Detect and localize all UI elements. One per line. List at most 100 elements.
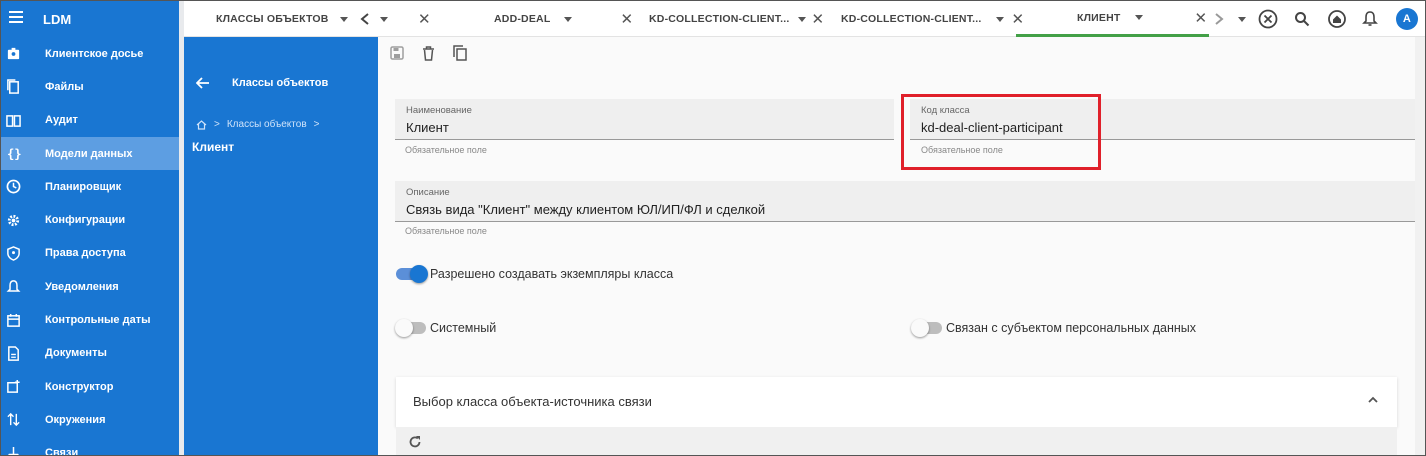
sidebar-item-5[interactable]: Планировщик <box>1 170 179 203</box>
chevron-down-icon[interactable] <box>995 16 1004 22</box>
sidebar-item-label: Документы <box>45 347 107 360</box>
chevron-down-icon[interactable] <box>1238 16 1246 22</box>
bell-icon <box>5 279 21 295</box>
personal-data-label: Связан с субъектом персональных данных <box>946 321 1197 335</box>
sidebar-item-10[interactable]: Документы <box>1 337 179 370</box>
system-toggle[interactable]: Системный <box>395 319 497 337</box>
chevron-down-icon[interactable] <box>797 16 806 22</box>
sidebar-item-3[interactable]: Аудит <box>1 104 179 137</box>
back-button[interactable]: Классы объектов <box>196 77 328 89</box>
tab-bar: КЛАССЫ ОБЪЕКТОВ ✕ ADD-DEAL ✕ KD-COLLECTI… <box>184 1 1425 37</box>
toggle-knob <box>410 265 428 283</box>
delete-button[interactable] <box>422 45 435 61</box>
sidebar-item-12[interactable]: Окружения <box>1 403 179 436</box>
search-icon[interactable] <box>1294 11 1310 27</box>
tab-scroll-left[interactable]: ✕ <box>360 1 431 37</box>
shield-icon <box>5 245 21 261</box>
breadcrumb-separator-icon: > <box>214 119 220 130</box>
sidebar-item-9[interactable]: Контрольные даты <box>1 303 179 336</box>
sidebar-item-7[interactable]: Права доступа <box>1 237 179 270</box>
sidebar-item-label: Модели данных <box>45 147 133 160</box>
sidebar-item-4[interactable]: {} Модели данных <box>1 136 179 171</box>
bell-icon[interactable] <box>1362 10 1378 28</box>
refresh-icon[interactable] <box>408 435 422 449</box>
copy-button[interactable] <box>453 45 467 61</box>
environments-icon <box>5 412 21 428</box>
tab-label: КЛИЕНТ <box>1077 11 1121 24</box>
save-button[interactable] <box>390 45 404 61</box>
document-icon <box>5 345 21 361</box>
copy-icon <box>453 45 467 61</box>
sidebar-item-6[interactable]: Конфигурации <box>1 203 179 236</box>
chevron-down-icon[interactable] <box>340 16 349 22</box>
description-hint: Обязательное поле <box>405 226 487 236</box>
save-icon <box>390 46 404 60</box>
name-hint: Обязательное поле <box>405 145 487 155</box>
breadcrumb: > Классы объектов > <box>196 119 319 130</box>
panel-title: Классы объектов <box>232 77 329 89</box>
app-title: LDM <box>43 11 72 27</box>
menu-icon[interactable] <box>9 10 23 28</box>
close-icon[interactable]: ✕ <box>1195 9 1208 27</box>
source-class-expander[interactable]: Выбор класса объекта-источника связи <box>396 377 1397 427</box>
name-field[interactable]: Наименование Клиент <box>395 99 894 140</box>
tab-object-classes[interactable]: КЛАССЫ ОБЪЕКТОВ <box>216 1 349 37</box>
close-icon[interactable]: ✕ <box>812 10 825 28</box>
gear-icon <box>5 212 21 228</box>
chevron-left-icon[interactable] <box>360 13 370 25</box>
sidebar-item-label: Права доступа <box>45 247 126 260</box>
expander-toolbar <box>396 427 1397 455</box>
allow-instances-label: Разрешено создавать экземпляры класса <box>430 267 674 281</box>
sidebar-item-8[interactable]: Уведомления <box>1 270 179 303</box>
toggle-track[interactable] <box>396 265 428 283</box>
chevron-right-icon[interactable] <box>1214 13 1224 25</box>
tab-label: KD-COLLECTION-CLIENT... <box>841 13 982 25</box>
sidebar-item-label: Клиентское досье <box>45 47 144 60</box>
expander-title: Выбор класса объекта-источника связи <box>413 394 652 409</box>
close-icon[interactable]: ✕ <box>418 10 431 28</box>
constructor-icon <box>5 379 21 395</box>
chevron-up-icon[interactable] <box>1367 395 1379 403</box>
description-value: Связь вида "Клиент" между клиентом ЮЛ/ИП… <box>406 202 766 217</box>
sidebar-item-label: Планировщик <box>45 180 122 193</box>
audit-icon <box>5 112 21 128</box>
system-label: Системный <box>430 321 497 335</box>
tab-label: ADD-DEAL <box>494 13 551 25</box>
sidebar-item-label: Окружения <box>45 413 106 426</box>
tab-label: КЛАССЫ ОБЪЕКТОВ <box>216 13 329 25</box>
chevron-down-icon[interactable] <box>1134 15 1143 20</box>
highlight-box <box>901 94 1101 170</box>
toggle-knob <box>911 319 929 337</box>
tab-kd-collection-client-2[interactable]: KD-COLLECTION-CLIENT... ✕ <box>841 1 1024 37</box>
main-content: Наименование Клиент Обязательное поле Ко… <box>378 37 1417 455</box>
app-window: LDM Клиентское досье Файлы Аудит {} Модели д… <box>0 0 1426 456</box>
braces-icon: {} <box>5 146 21 162</box>
breadcrumb-link[interactable]: Классы объектов <box>227 119 307 130</box>
toggle-track[interactable] <box>395 319 426 337</box>
sidebar-item-13[interactable]: Связи <box>1 437 179 455</box>
tab-client[interactable]: КЛИЕНТ ✕ <box>1016 1 1209 37</box>
home-icon[interactable] <box>1328 10 1346 28</box>
chevron-down-icon[interactable] <box>564 16 573 22</box>
home-icon[interactable] <box>196 119 207 130</box>
tab-kd-collection-client-1[interactable]: KD-COLLECTION-CLIENT... ✕ <box>649 1 824 37</box>
tab-label: KD-COLLECTION-CLIENT... <box>649 13 790 25</box>
description-label: Описание <box>406 187 450 198</box>
avatar[interactable]: A <box>1396 8 1418 30</box>
description-field[interactable]: Описание Связь вида "Клиент" между клиен… <box>395 181 1417 222</box>
sidebar-item-1[interactable]: Клиентское досье <box>1 37 179 70</box>
allow-instances-toggle[interactable]: Разрешено создавать экземпляры класса <box>396 265 674 283</box>
scrollbar[interactable] <box>1415 37 1425 455</box>
personal-data-toggle[interactable]: Связан с субъектом персональных данных <box>911 319 1197 337</box>
sidebar-item-11[interactable]: Конструктор <box>1 370 179 403</box>
sidebar-item-label: Конструктор <box>45 380 114 393</box>
close-all-tabs-icon[interactable] <box>1258 9 1278 29</box>
chevron-down-icon[interactable] <box>380 16 388 22</box>
toggle-track[interactable] <box>911 319 942 337</box>
arrow-left-icon[interactable] <box>196 77 210 89</box>
svg-text:{}: {} <box>6 147 20 161</box>
close-icon[interactable]: ✕ <box>620 10 633 28</box>
tab-add-deal[interactable]: ADD-DEAL ✕ <box>494 1 633 37</box>
current-item-title: Клиент <box>192 140 235 154</box>
sidebar-item-2[interactable]: Файлы <box>1 70 179 103</box>
